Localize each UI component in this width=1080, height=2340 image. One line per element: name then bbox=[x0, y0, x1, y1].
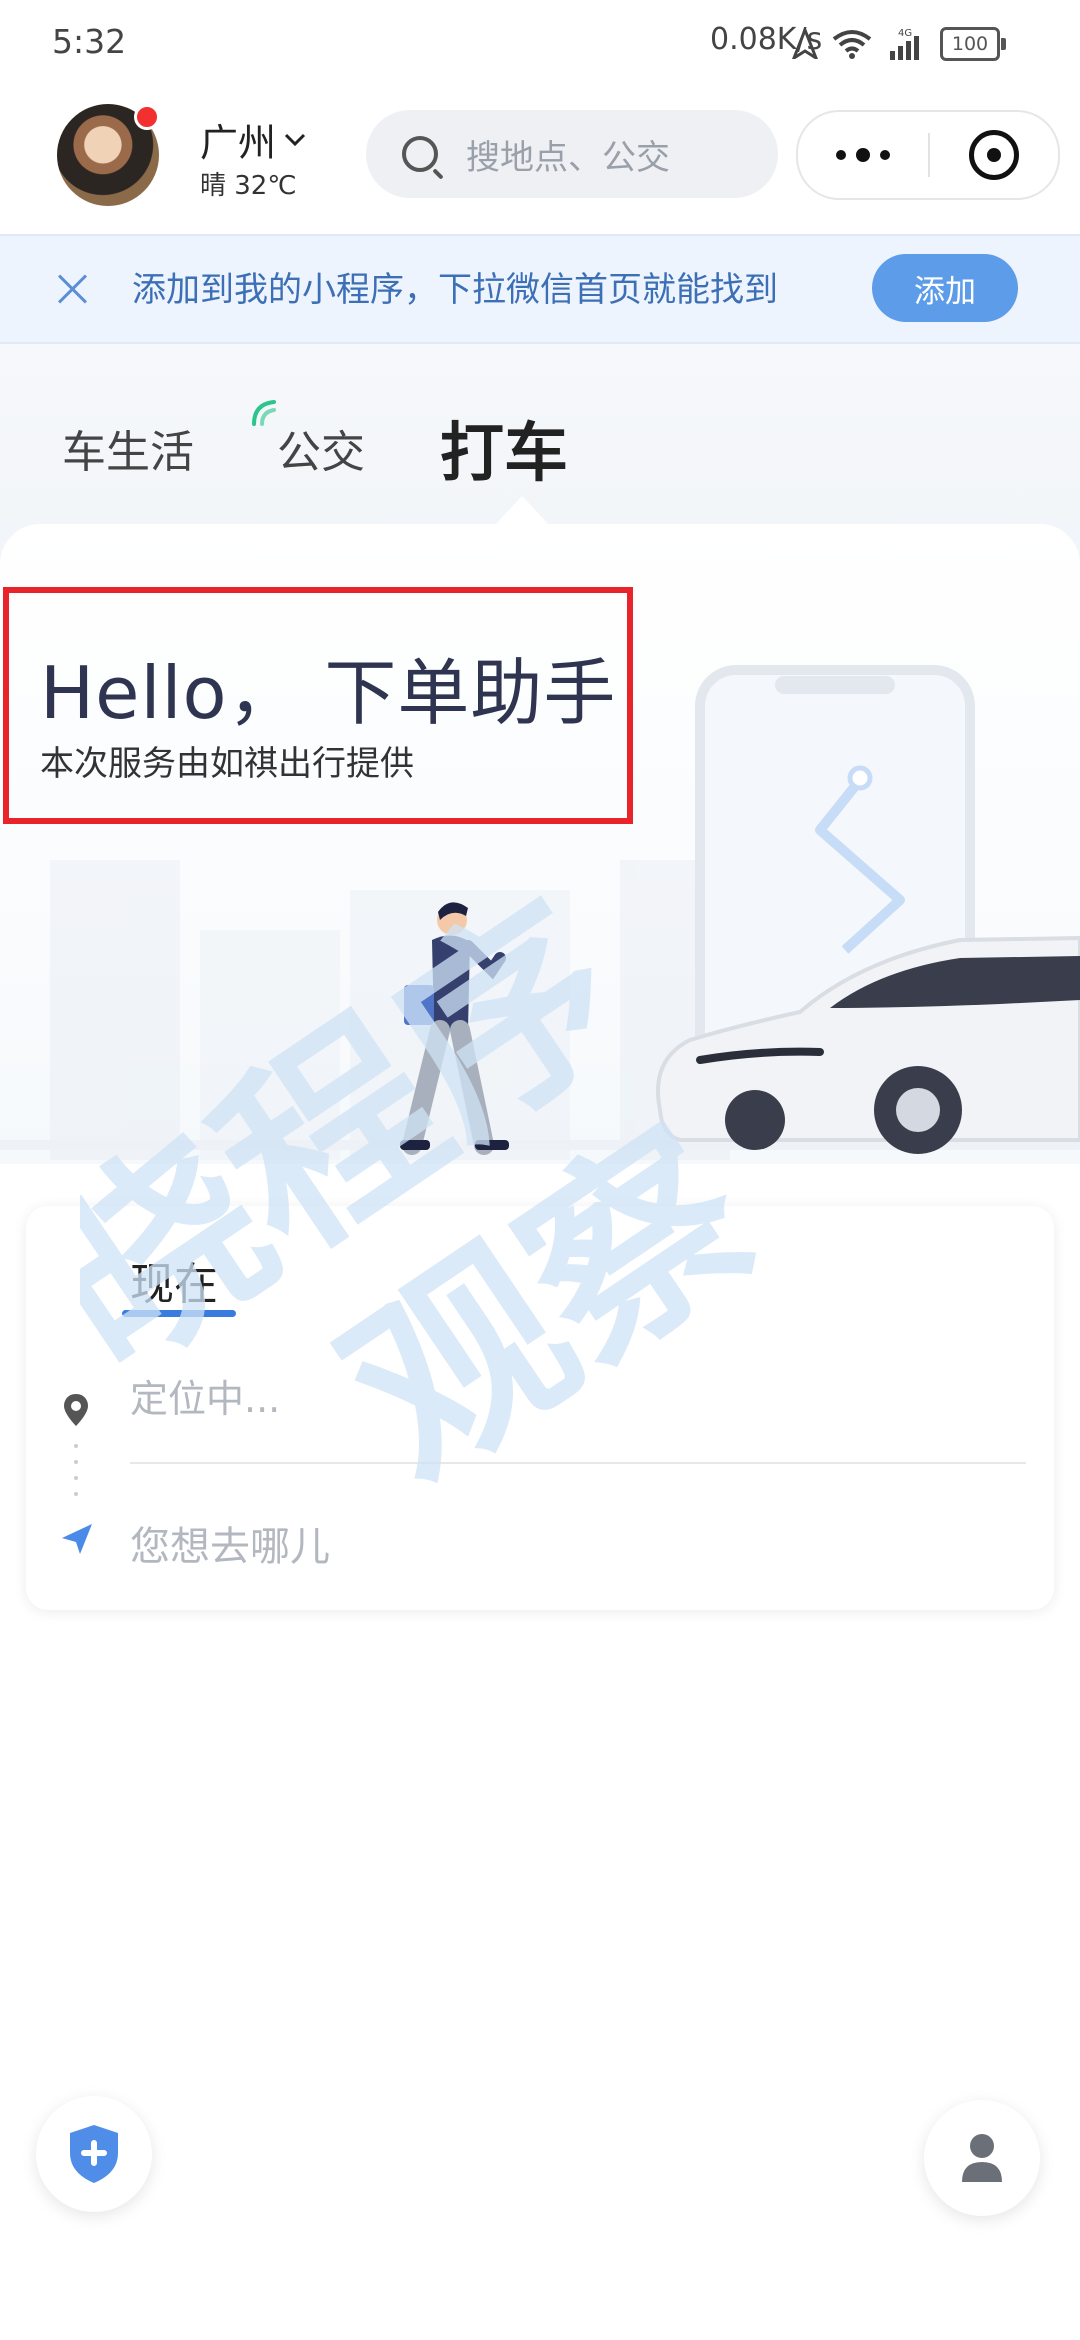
chevron-down-icon bbox=[284, 133, 306, 146]
status-time: 5:32 bbox=[52, 22, 127, 61]
search-placeholder: 搜地点、公交 bbox=[466, 137, 670, 178]
weather-text: 晴 32℃ bbox=[200, 171, 297, 201]
route-divider bbox=[130, 1462, 1026, 1464]
signal-wave-icon bbox=[252, 400, 276, 426]
send-arrow-icon bbox=[62, 1524, 92, 1554]
safety-button[interactable] bbox=[36, 2096, 152, 2212]
time-tab-underline bbox=[122, 1310, 236, 1317]
status-bar: 5:32 0.08K/s 4G 100 bbox=[0, 0, 1080, 90]
banner-text: 添加到我的小程序，下拉微信首页就能找到 bbox=[132, 270, 778, 310]
tab-bus[interactable]: 公交 bbox=[277, 416, 365, 480]
profile-button[interactable] bbox=[924, 2100, 1040, 2216]
hero-subtitle: 本次服务由如祺出行提供 bbox=[40, 744, 414, 784]
location-arrow-icon bbox=[792, 29, 818, 59]
tab-indicator bbox=[494, 496, 550, 526]
search-icon bbox=[402, 136, 438, 172]
wifi-icon bbox=[832, 30, 872, 59]
city-buildings bbox=[50, 860, 730, 1160]
city-name: 广州 bbox=[200, 121, 277, 165]
battery-icon: 100 bbox=[940, 27, 1006, 61]
hero-title: Hello， 下单助手 bbox=[40, 651, 617, 735]
tab-car-life[interactable]: 车生活 bbox=[62, 416, 194, 480]
search-input[interactable]: 搜地点、公交 bbox=[366, 110, 778, 198]
city-selector[interactable]: 广州 bbox=[200, 112, 306, 167]
route-dots bbox=[74, 1444, 78, 1496]
notification-dot bbox=[134, 104, 160, 130]
pickup-input[interactable]: 定位中... bbox=[130, 1368, 280, 1423]
close-icon[interactable] bbox=[56, 272, 90, 306]
add-button[interactable]: 添加 bbox=[872, 254, 1018, 322]
user-icon bbox=[962, 2134, 1002, 2182]
time-tab-now[interactable]: 现在 bbox=[130, 1248, 218, 1312]
status-icons: 4G 100 bbox=[792, 20, 1006, 68]
more-dots-icon bbox=[836, 150, 846, 160]
svg-text:4G: 4G bbox=[898, 28, 912, 39]
tab-taxi[interactable]: 打车 bbox=[440, 402, 568, 494]
target-icon bbox=[969, 130, 1019, 180]
signal-icon: 4G bbox=[890, 28, 919, 60]
close-miniprogram-button[interactable] bbox=[930, 130, 1058, 180]
miniprogram-capsule bbox=[796, 110, 1060, 200]
destination-input[interactable]: 您想去哪儿 bbox=[130, 1514, 330, 1572]
shield-icon bbox=[70, 2125, 118, 2183]
location-pin-icon bbox=[64, 1394, 88, 1426]
more-button[interactable] bbox=[798, 148, 928, 162]
